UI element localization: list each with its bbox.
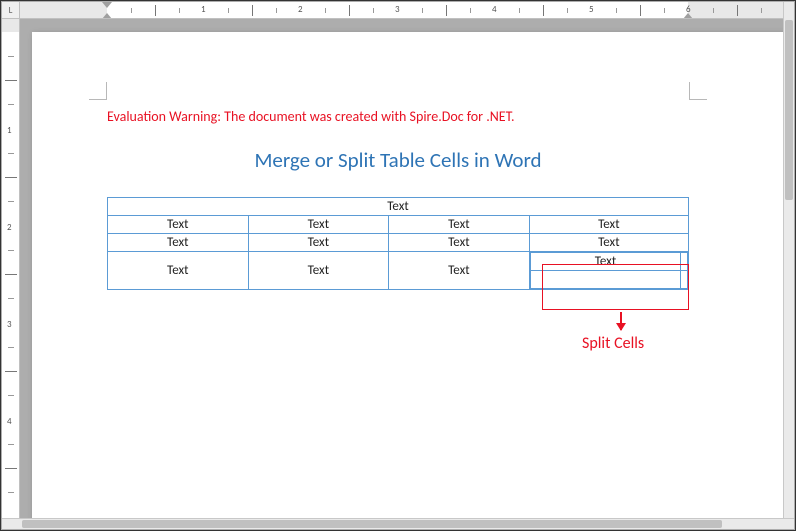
split-cell-container[interactable]: Text xyxy=(529,252,688,290)
merged-cell[interactable]: Text xyxy=(108,198,689,216)
vertical-ruler[interactable]: 1 2 3 4 xyxy=(2,19,20,518)
ruler-corner: L xyxy=(2,2,20,19)
hruler-num-2: 2 xyxy=(298,4,303,15)
table-cell[interactable]: Text xyxy=(529,234,688,252)
split-cell-tr[interactable] xyxy=(681,253,688,271)
page: Evaluation Warning: The document was cre… xyxy=(32,32,783,518)
table-row: Text xyxy=(108,198,689,216)
table-cell[interactable]: Text xyxy=(108,252,249,290)
hruler-num-5: 5 xyxy=(589,4,594,15)
table-row: Text Text Text Text xyxy=(108,234,689,252)
table-cell[interactable]: Text xyxy=(389,234,530,252)
split-sub-table: Text xyxy=(530,252,688,289)
table-cell[interactable]: Text xyxy=(108,216,249,234)
table-row: Text Text Text Text xyxy=(108,252,689,290)
table-cell[interactable]: Text xyxy=(248,216,389,234)
evaluation-warning: Evaluation Warning: The document was cre… xyxy=(107,108,689,125)
hruler-num-1: 1 xyxy=(201,4,206,15)
document-area[interactable]: Evaluation Warning: The document was cre… xyxy=(20,19,783,518)
table-cell[interactable]: Text xyxy=(389,252,530,290)
horizontal-ruler[interactable]: 1 2 3 4 5 6 7 xyxy=(20,2,783,19)
table-cell[interactable]: Text xyxy=(248,234,389,252)
horizontal-scrollbar[interactable] xyxy=(2,518,794,529)
vruler-num-2: 2 xyxy=(7,222,12,233)
table-row: Text Text Text Text xyxy=(108,216,689,234)
demo-table: Text Text Text Text Text Text Text Text … xyxy=(107,197,689,290)
hruler-num-4: 4 xyxy=(492,4,497,15)
page-title: Merge or Split Table Cells in Word xyxy=(107,147,689,173)
vruler-num-4: 4 xyxy=(7,416,12,427)
margin-corner-tr xyxy=(689,82,707,100)
split-cell-bl[interactable] xyxy=(530,271,681,289)
split-cell-tl[interactable]: Text xyxy=(530,253,681,271)
vruler-num-3: 3 xyxy=(7,319,12,330)
table-cell[interactable]: Text xyxy=(248,252,389,290)
vertical-scrollbar-thumb[interactable] xyxy=(785,20,793,200)
vruler-num-1: 1 xyxy=(7,125,12,136)
arrow-down-icon xyxy=(620,312,622,330)
split-cell-br[interactable] xyxy=(681,271,688,289)
table-cell[interactable]: Text xyxy=(108,234,249,252)
app-viewport: L 1 2 3 4 5 6 7 1 2 3 xyxy=(0,0,796,531)
table-cell[interactable]: Text xyxy=(389,216,530,234)
vertical-scrollbar[interactable] xyxy=(783,2,794,518)
table-cell[interactable]: Text xyxy=(529,216,688,234)
horizontal-ruler-inner: 1 2 3 4 5 6 7 xyxy=(20,2,783,19)
margin-corner-tl xyxy=(89,82,107,100)
split-cells-label: Split Cells xyxy=(582,334,644,353)
horizontal-scrollbar-thumb[interactable] xyxy=(22,520,722,528)
first-line-indent-marker[interactable] xyxy=(102,2,112,8)
hruler-num-6: 6 xyxy=(686,4,691,15)
document-content: Evaluation Warning: The document was cre… xyxy=(107,102,689,290)
hruler-num-3: 3 xyxy=(395,4,400,15)
